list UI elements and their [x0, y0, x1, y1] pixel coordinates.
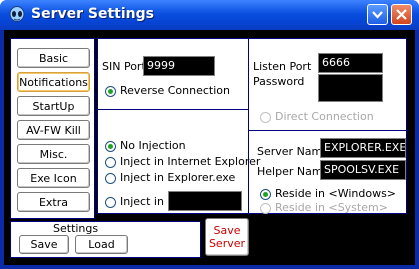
password-input[interactable]	[318, 74, 383, 102]
helper-name-input[interactable]: SPOOLSV.EXE	[320, 160, 406, 180]
settings-save-button[interactable]: Save	[19, 235, 69, 254]
nav-exe-icon-button[interactable]: Exe Icon	[17, 168, 90, 188]
save-server-label-line1: Save	[213, 224, 241, 237]
reside-windows-label: Reside in <Windows>	[275, 187, 397, 200]
nav-startup-label: StartUp	[32, 100, 75, 113]
nav-basic-button[interactable]: Basic	[17, 48, 90, 68]
listen-port-label: Listen Port	[253, 60, 312, 73]
nav-exe-icon-label: Exe Icon	[30, 172, 77, 185]
nav-extra-label: Extra	[38, 196, 69, 209]
window-title: Server Settings	[31, 6, 154, 22]
reside-system-radio[interactable]	[260, 203, 271, 214]
close-button[interactable]	[391, 4, 412, 25]
nav-notifications-label: Notifications	[19, 76, 88, 89]
inject-in-radio[interactable]	[105, 197, 116, 208]
listen-port-input[interactable]: 6666	[318, 53, 383, 73]
inject-explorer-radio[interactable]	[105, 173, 116, 184]
nav-startup-button[interactable]: StartUp	[17, 96, 90, 116]
nav-notifications-button[interactable]: Notifications	[17, 72, 90, 92]
reverse-connection-radio[interactable]	[105, 86, 116, 97]
divider-left	[98, 109, 249, 110]
reverse-connection-label: Reverse Connection	[120, 84, 230, 97]
settings-window: Server Settings Basic Notifications Star…	[0, 0, 419, 269]
nav-basic-label: Basic	[38, 52, 69, 65]
server-name-label: Server Name	[257, 145, 330, 158]
client-area: Basic Notifications StartUp AV-FW Kill M…	[4, 30, 415, 265]
chevron-down-icon	[372, 11, 383, 19]
nav-misc-button[interactable]: Misc.	[17, 144, 90, 164]
divider-right	[248, 130, 408, 131]
main-panel: SIN Port 9999 Reverse Connection Listen …	[97, 38, 408, 215]
server-name-input[interactable]: EXPLORER.EXE	[320, 138, 406, 158]
helper-name-label: Helper Name	[257, 165, 330, 178]
direct-connection-label: Direct Connection	[275, 110, 374, 123]
no-injection-label: No Injection	[120, 139, 186, 152]
inject-in-label: Inject in	[120, 195, 164, 208]
title-bar[interactable]: Server Settings	[0, 0, 419, 30]
minimize-button[interactable]	[367, 4, 388, 25]
vertical-divider	[248, 39, 249, 215]
direct-connection-radio[interactable]	[260, 112, 271, 123]
password-label: Password	[253, 75, 305, 88]
sin-port-input[interactable]: 9999	[143, 56, 215, 76]
save-server-label-line2: Server	[208, 237, 246, 250]
settings-load-button[interactable]: Load	[75, 235, 128, 254]
inject-in-input[interactable]	[168, 191, 242, 211]
nav-panel: Basic Notifications StartUp AV-FW Kill M…	[10, 38, 95, 219]
save-server-button[interactable]: Save Server	[205, 218, 249, 256]
reside-windows-radio[interactable]	[260, 189, 271, 200]
settings-panel: Settings Save Load	[10, 221, 201, 258]
inject-explorer-label: Inject in Explorer.exe	[120, 171, 236, 184]
inject-ie-radio[interactable]	[105, 157, 116, 168]
no-injection-radio[interactable]	[105, 141, 116, 152]
settings-label: Settings	[53, 222, 99, 235]
settings-save-label: Save	[30, 238, 58, 251]
nav-avfw-kill-button[interactable]: AV-FW Kill	[17, 120, 90, 140]
inject-ie-label: Inject in Internet Explorer	[120, 155, 261, 168]
nav-avfw-kill-label: AV-FW Kill	[26, 124, 81, 137]
close-icon	[396, 9, 407, 20]
nav-misc-label: Misc.	[39, 148, 68, 161]
alien-app-icon	[9, 6, 25, 22]
settings-load-label: Load	[88, 238, 115, 251]
nav-extra-button[interactable]: Extra	[17, 192, 90, 212]
reside-system-label: Reside in <System>	[275, 201, 388, 214]
sin-port-label: SIN Port	[102, 60, 146, 73]
